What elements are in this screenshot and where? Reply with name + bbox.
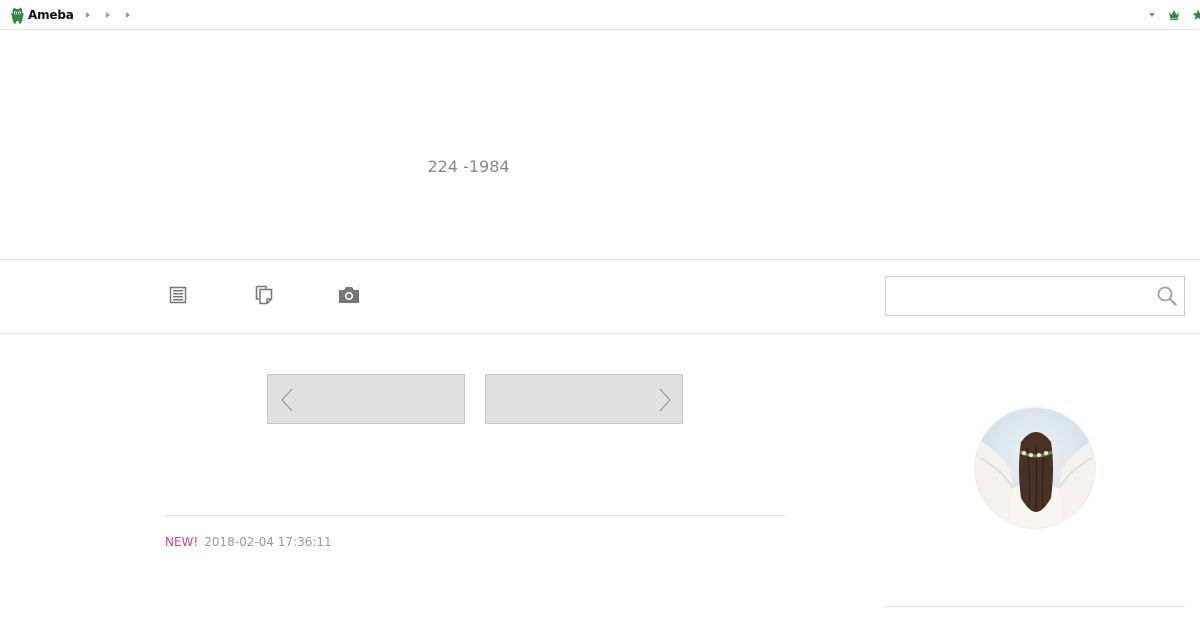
breadcrumb-arrow-icon[interactable] [126,12,130,18]
entry-meta: NEW! 2018-02-04 17:36:11 [165,535,332,549]
sidebar-divider [884,606,1185,607]
blog-navigation [0,260,1200,334]
new-badge: NEW! [165,535,199,549]
profile-avatar[interactable] [974,407,1096,529]
ameba-logo[interactable]: Ameba [10,6,74,24]
account-menu-dropdown-icon[interactable] [1149,13,1155,17]
ameba-mascot-icon [11,7,24,23]
theme-list-icon[interactable] [252,284,276,306]
chevron-left-icon [281,388,293,412]
photo-camera-icon[interactable] [337,284,361,306]
search-input[interactable] [886,277,1148,315]
crown-icon[interactable] [1168,9,1180,20]
entry-divider [165,515,785,516]
breadcrumb-arrow-icon[interactable] [86,12,90,18]
logo-text: Ameba [28,8,74,22]
avatar-image [975,408,1095,528]
star-icon[interactable] [1192,9,1200,21]
entries-list-icon[interactable] [166,284,190,306]
chevron-right-icon [659,388,671,412]
global-header: Ameba [0,0,1200,30]
previous-page-button[interactable] [267,374,465,424]
search-icon[interactable] [1156,285,1178,307]
entry-date: 2018-02-04 17:36:11 [204,535,332,549]
breadcrumb-arrow-icon[interactable] [106,12,110,18]
search-box [885,276,1185,316]
blog-title[interactable]: 224 -1984 [0,157,937,176]
next-page-button[interactable] [485,374,683,424]
